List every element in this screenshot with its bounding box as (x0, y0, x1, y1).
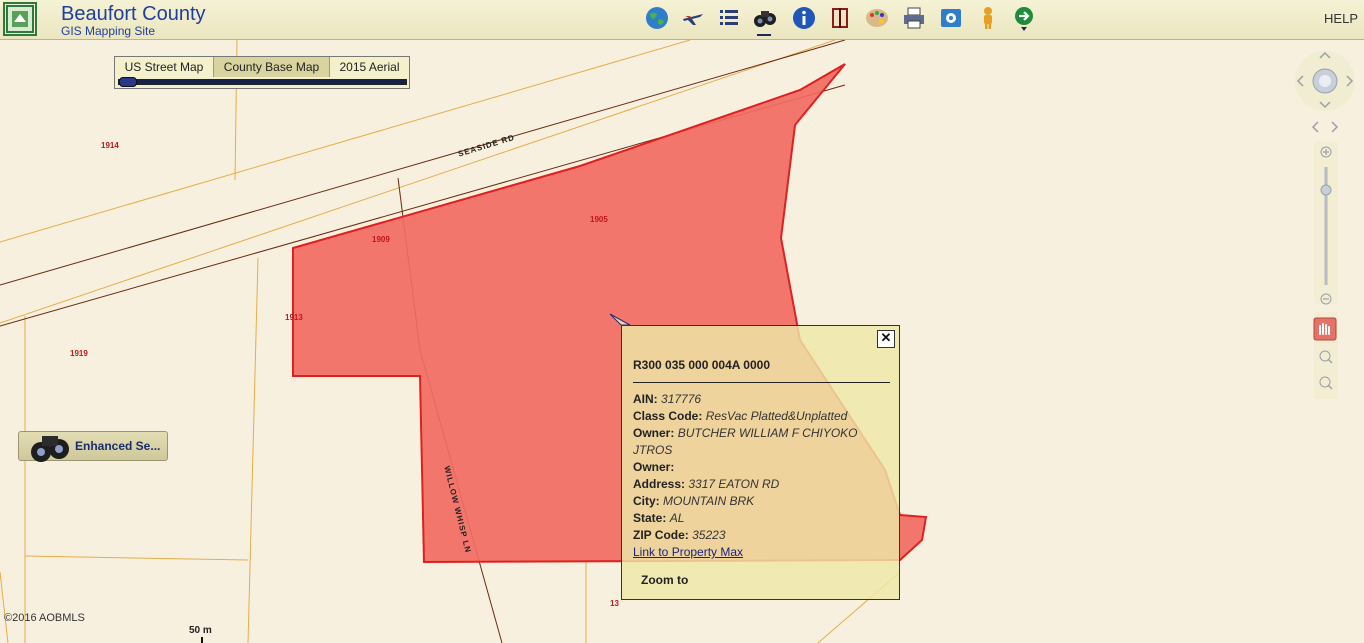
app-header: Beaufort County GIS Mapping Site HELP (0, 0, 1364, 40)
field-class-code: Class Code: ResVac Platted&Unplatted (633, 409, 848, 423)
legend-tool-button[interactable] (863, 3, 891, 33)
globe-icon (646, 7, 668, 29)
help-link[interactable]: HELP (1324, 11, 1358, 26)
palette-icon (866, 9, 888, 27)
navigation-panel (1295, 51, 1354, 399)
binoculars-icon (31, 436, 69, 462)
bookmarks-tool-button[interactable] (826, 3, 854, 33)
basemap-us-street-button[interactable]: US Street Map (115, 57, 214, 77)
popup-divider (633, 382, 890, 383)
next-extent-icon[interactable] (1331, 121, 1339, 133)
county-seal-icon (6, 5, 34, 33)
tools-box-button[interactable] (937, 3, 965, 33)
plane-tool-button[interactable] (679, 3, 707, 33)
parcel-label: 13 (610, 599, 619, 608)
streetview-tool-button[interactable] (974, 3, 1002, 33)
arrow-menu-icon (1015, 7, 1033, 31)
previous-extent-icon[interactable] (1311, 121, 1319, 133)
basemap-aerial-button[interactable]: 2015 Aerial (330, 57, 409, 77)
find-tool-button[interactable] (751, 3, 779, 33)
property-max-link[interactable]: Link to Property Max (633, 545, 743, 559)
field-zip-code: ZIP Code: 35223 (633, 528, 726, 542)
parcel-label: 1905 (590, 215, 608, 224)
field-city: City: MOUNTAIN BRK (633, 494, 755, 508)
enhanced-search-button[interactable]: Enhanced Se... (18, 431, 168, 462)
layers-list-tool-button[interactable] (715, 3, 743, 33)
active-tool-indicator (757, 34, 771, 36)
printer-icon (904, 7, 924, 29)
info-icon (793, 7, 815, 29)
more-tools-button[interactable] (1010, 3, 1038, 33)
identify-tool-button[interactable] (790, 3, 818, 33)
plane-icon (683, 14, 703, 25)
popup-fields: AIN: 317776 Class Code: ResVac Platted&U… (633, 391, 883, 561)
slider-track-fill (119, 80, 406, 84)
zoom-to-link[interactable]: Zoom to (641, 573, 688, 587)
slider-thumb[interactable] (119, 77, 137, 87)
popup-title: R300 035 000 004A 0000 (633, 358, 771, 372)
parcel-label: 1909 (372, 235, 390, 244)
close-popup-button[interactable]: ✕ (877, 330, 895, 348)
person-icon (984, 7, 992, 29)
basemap-switcher: US Street Map County Base Map 2015 Aeria… (114, 56, 410, 89)
zoom-slider-thumb[interactable] (1320, 184, 1332, 196)
scale-label: 50 m (189, 625, 212, 636)
field-state: State: AL (633, 511, 685, 525)
parcel-label: 1919 (70, 349, 88, 358)
book-icon (832, 8, 848, 28)
binoculars-icon (754, 11, 776, 27)
field-ain: AIN: 317776 (633, 392, 702, 406)
print-tool-button[interactable] (900, 3, 928, 33)
settings-box-icon (941, 9, 961, 27)
copyright-text: ©2016 AOBMLS (4, 612, 85, 624)
field-address: Address: 3317 EATON RD (633, 477, 780, 491)
app-subtitle: GIS Mapping Site (61, 24, 156, 38)
property-info-popup: ✕ R300 035 000 004A 0000 AIN: 317776 Cla… (621, 325, 900, 600)
county-logo[interactable] (3, 2, 37, 36)
parcel-label: 1913 (285, 313, 303, 322)
basemap-county-button[interactable]: County Base Map (214, 57, 330, 77)
scale-bar (201, 637, 203, 643)
app-title: Beaufort County (61, 3, 206, 25)
parcel-label: 1914 (101, 141, 119, 150)
globe-center-icon (1319, 75, 1331, 87)
field-owner-2: Owner: (633, 460, 675, 474)
layers-list-icon (720, 10, 738, 25)
field-owner: Owner: BUTCHER WILLIAM F CHIYOKO JTROS (633, 426, 858, 457)
globe-tool-button[interactable] (643, 3, 671, 33)
basemap-opacity-slider[interactable] (118, 77, 407, 87)
enhanced-search-label: Enhanced Se... (75, 439, 161, 453)
